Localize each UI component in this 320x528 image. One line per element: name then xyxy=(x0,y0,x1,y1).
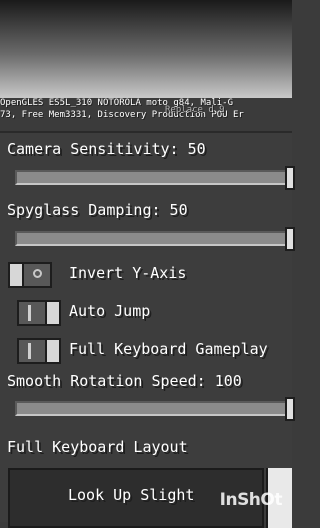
toggle-on-indicator xyxy=(28,343,31,359)
full-keyboard-gameplay-label: Full Keyboard Gameplay xyxy=(69,340,268,358)
smooth-rotation-speed-thumb[interactable] xyxy=(285,397,295,421)
look-up-slight-label: Look Up Slight xyxy=(68,486,195,504)
smooth-rotation-speed-label: Smooth Rotation Speed: 100 xyxy=(7,372,242,390)
inshot-watermark: InShOt xyxy=(219,490,283,510)
camera-sensitivity-slider[interactable] xyxy=(15,170,290,185)
spyglass-damping-thumb[interactable] xyxy=(285,227,295,251)
invert-y-axis-label: Invert Y-Axis xyxy=(69,264,187,282)
toggle-knob xyxy=(45,340,59,362)
spyglass-damping-label: Spyglass Damping: 50 xyxy=(7,201,188,219)
toggle-on-indicator xyxy=(28,305,31,321)
auto-jump-label: Auto Jump xyxy=(69,302,151,320)
camera-sensitivity-label: Camera Sensitivity: 50 xyxy=(7,140,206,158)
toggle-off-indicator xyxy=(33,269,42,278)
full-keyboard-layout-heading: Full Keyboard Layout xyxy=(7,438,188,456)
world-background xyxy=(0,0,292,98)
toggle-knob xyxy=(10,264,24,286)
full-keyboard-gameplay-toggle[interactable] xyxy=(17,338,61,364)
camera-sensitivity-thumb[interactable] xyxy=(285,166,295,190)
settings-panel xyxy=(0,131,292,522)
auto-jump-toggle[interactable] xyxy=(17,300,61,326)
debug-overlay-text: Replace d 9 xyxy=(165,105,225,115)
toggle-knob xyxy=(45,302,59,324)
spyglass-damping-slider[interactable] xyxy=(15,231,290,246)
smooth-rotation-speed-slider[interactable] xyxy=(15,401,290,416)
invert-y-axis-toggle[interactable] xyxy=(8,262,52,288)
